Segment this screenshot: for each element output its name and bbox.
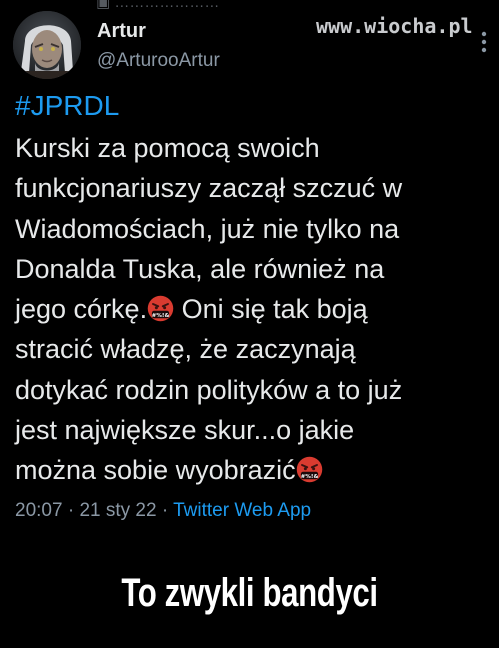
tweet-line-part: jego córkę. [15,294,148,325]
caption-text: To zwykli bandyci [121,571,378,615]
caption-bar: To zwykli bandyci [0,545,499,648]
meta-separator: · [156,500,174,521]
tweet-card: ▣ ………………… Artur @ArturooArtur www.wiocha… [0,0,499,545]
angry-symbols-emoji-icon: #%!& [147,295,174,322]
avatar[interactable] [13,11,81,79]
tweet-line: Kurski za pomocą swoich [15,133,320,163]
tweet-line: jego córkę. #%!& Oni się tak boją [15,289,493,329]
tweet-text: Kurski za pomocą swoich funkcjonariuszy … [15,128,493,491]
meta-separator: · [62,500,80,521]
tweet-line-part: można sobie wyobrazić [15,455,296,486]
tweet-line: jest największe skur...o jakie [15,415,355,446]
tweet-time[interactable]: 20:07 [15,500,63,521]
author-name[interactable]: Artur [97,20,146,43]
tweet-meta: 20:07 · 21 sty 22 · Twitter Web App [15,500,311,522]
tweet-line: funkcjonariuszy zaczął szczuć w [15,173,403,204]
tweet-line: dotykać rodzin polityków a to już [15,374,403,405]
tweet-source-link[interactable]: Twitter Web App [173,500,311,521]
tweet-line-part: Oni się tak boją [174,294,368,325]
emoji-symbols: #%!& [152,313,170,319]
tweet-line: stracić władzę, że zaczynają [15,334,356,365]
author-handle[interactable]: @ArturooArtur [97,50,220,72]
tweet-date[interactable]: 21 sty 22 [79,500,156,521]
avatar-image [13,11,81,79]
emoji-symbols: #%!& [300,474,318,480]
tweet-line: Wiadomościach, już nie tylko na [15,213,400,244]
previous-tweet-fade: ▣ ………………… [96,0,220,11]
watermark: www.wiocha.pl [316,14,473,38]
tweet-line: można sobie wyobrazić #%!& [15,450,493,490]
more-options-icon[interactable] [478,30,490,54]
tweet-line: Donalda Tuska, ale również na [15,253,385,284]
hashtag-link[interactable]: #JPRDL [15,90,119,122]
angry-symbols-emoji-icon: #%!& [296,456,323,483]
